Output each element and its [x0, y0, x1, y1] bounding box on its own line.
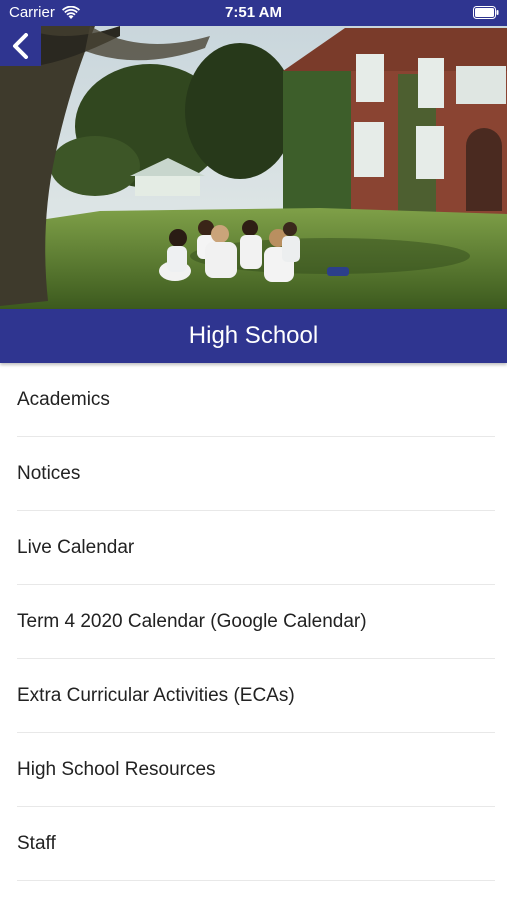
menu-item-label: High School Resources: [17, 758, 216, 780]
page-title-bar: High School: [0, 309, 507, 363]
menu-item-staff[interactable]: Staff: [17, 807, 495, 881]
menu-item-label: Academics: [17, 388, 110, 410]
battery-icon: [473, 6, 499, 19]
back-button[interactable]: [0, 26, 41, 66]
menu-item-notices[interactable]: Notices: [17, 437, 495, 511]
menu-item-label: Notices: [17, 462, 81, 484]
menu-item-live-calendar[interactable]: Live Calendar: [17, 511, 495, 585]
menu-item-label: Staff: [17, 832, 56, 854]
menu-item-label: Live Calendar: [17, 536, 135, 558]
chevron-left-icon: [12, 33, 28, 59]
hero-image: [0, 26, 507, 309]
page-title: High School: [188, 322, 319, 349]
menu-item-term-calendar[interactable]: Term 4 2020 Calendar (Google Calendar): [17, 585, 495, 659]
menu-list: Academics Notices Live Calendar Term 4 2…: [0, 363, 507, 881]
school-campus-photo: [0, 26, 507, 309]
status-time: 7:51 AM: [225, 4, 282, 21]
menu-item-resources[interactable]: High School Resources: [17, 733, 495, 807]
menu-item-label: Term 4 2020 Calendar (Google Calendar): [17, 610, 367, 632]
status-bar: Carrier 7:51 AM: [0, 0, 507, 26]
menu-item-ecas[interactable]: Extra Curricular Activities (ECAs): [17, 659, 495, 733]
menu-item-academics[interactable]: Academics: [17, 363, 495, 437]
menu-item-label: Extra Curricular Activities (ECAs): [17, 684, 295, 706]
